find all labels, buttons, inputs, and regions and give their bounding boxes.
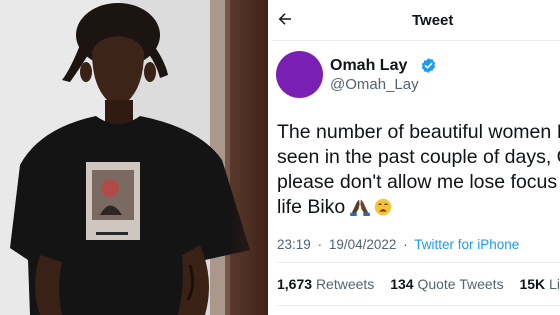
photo-shadow — [228, 0, 268, 315]
stats-divider-top — [277, 262, 560, 263]
avatar[interactable] — [276, 51, 323, 98]
header-divider — [272, 40, 560, 41]
retweets-count: 1,673 — [277, 276, 313, 292]
quote-tweets-label: Quote Tweets — [417, 276, 504, 292]
retweets-label: Retweets — [315, 276, 375, 292]
person-photo — [0, 0, 268, 315]
back-arrow-icon[interactable] — [276, 10, 294, 28]
folded-hands-emoji-icon — [350, 199, 371, 216]
tweet-date[interactable]: 19/04/2022 — [329, 237, 397, 252]
tweet-stats: 1,673 Retweets 134 Quote Tweets 15K Like… — [277, 276, 560, 292]
likes-count: 15K — [519, 276, 546, 292]
stats-divider-bottom — [277, 305, 560, 306]
tweet-panel: Tweet Omah Lay @Omah_Lay The number of b… — [272, 0, 560, 315]
weary-face-emoji-icon — [375, 198, 392, 216]
retweets-stat[interactable]: 1,673 Retweets — [277, 276, 374, 292]
tweet-source-link[interactable]: Twitter for iPhone — [414, 237, 519, 252]
meta-separator-2: · — [403, 237, 408, 252]
tweet-timestamp: 23:19 · 19/04/2022 · Twitter for iPhone — [277, 237, 519, 252]
tweet-body: The number of beautiful women I've seen … — [277, 120, 560, 220]
verified-badge-icon — [421, 58, 436, 73]
likes-label: Likes — [549, 276, 560, 292]
quote-tweets-stat[interactable]: 134 Quote Tweets — [390, 276, 503, 292]
tweet-header: Tweet — [272, 0, 560, 40]
tweet-time: 23:19 — [277, 237, 311, 252]
quote-tweets-count: 134 — [390, 276, 414, 292]
tweet-text: The number of beautiful women I've seen … — [277, 121, 560, 218]
likes-stat[interactable]: 15K Likes — [519, 276, 560, 292]
meta-separator: · — [317, 237, 323, 252]
author-display-name[interactable]: Omah Lay — [330, 57, 407, 75]
author-handle[interactable]: @Omah_Lay — [330, 76, 419, 93]
header-title: Tweet — [412, 12, 454, 29]
